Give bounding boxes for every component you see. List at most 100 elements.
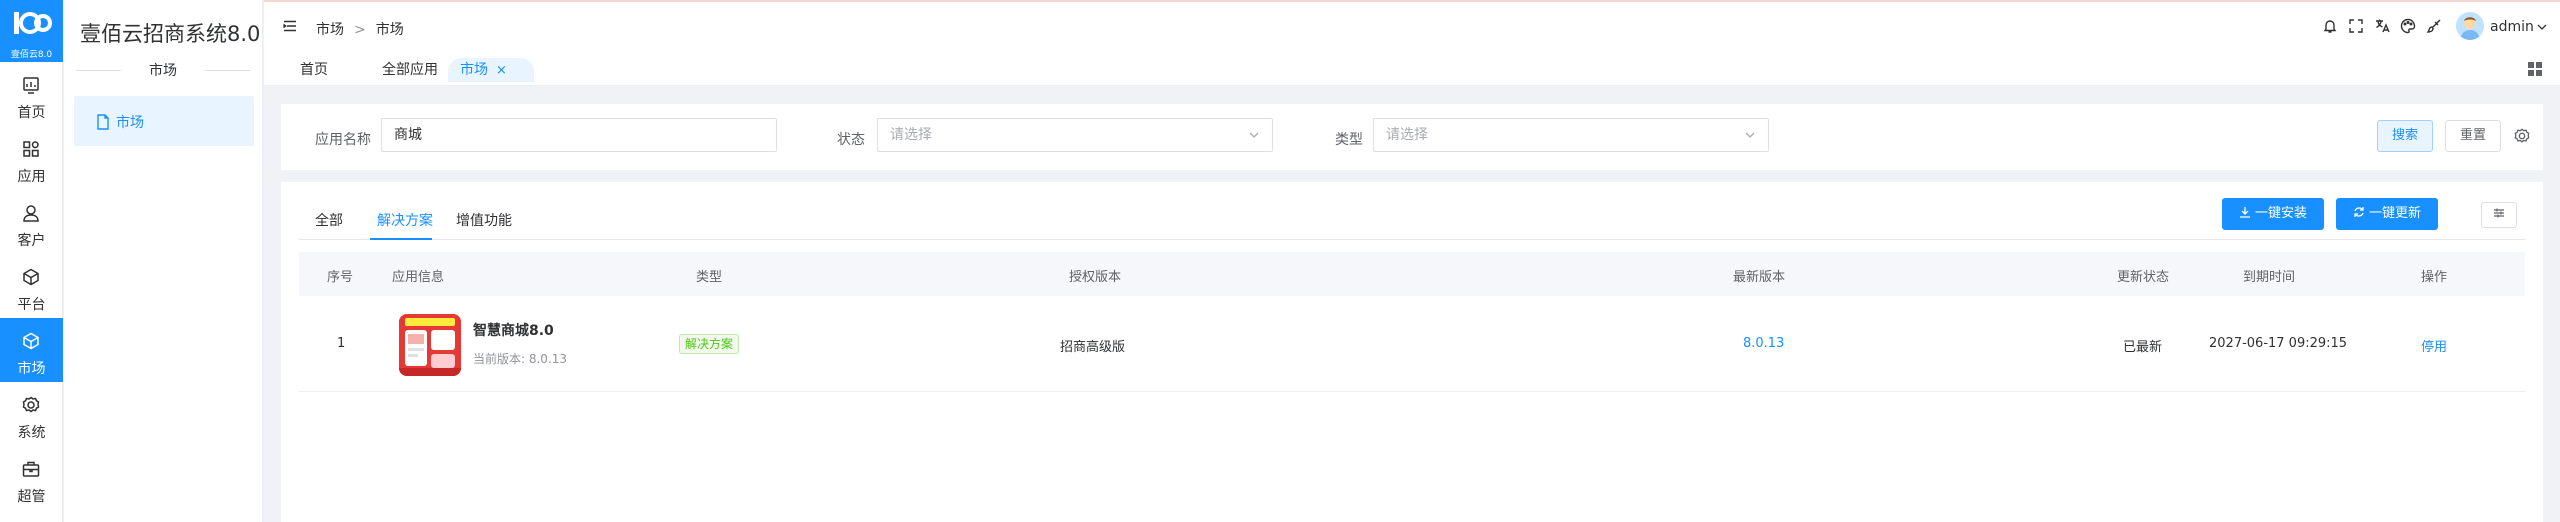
- tag-label: 首页: [300, 62, 328, 78]
- expire-time: 2027-06-17 09:29:15: [2209, 336, 2348, 351]
- rail-item-superadmin[interactable]: 超管: [0, 446, 63, 510]
- update-all-label: 一键更新: [2368, 206, 2421, 221]
- col-license: 授权版本: [1069, 270, 1122, 285]
- disable-button[interactable]: 停用: [2421, 336, 2447, 355]
- sliders-icon: [2494, 208, 2504, 218]
- license-version: 招商高级版: [1060, 340, 1126, 355]
- chevron-down-icon: [1745, 132, 1755, 138]
- fullscreen-icon[interactable]: [2348, 18, 2364, 34]
- bell-icon[interactable]: [2322, 18, 2338, 34]
- type-label: 类型: [1335, 132, 1363, 148]
- category-tabs: 全部 解决方案 增值功能: [299, 200, 2525, 240]
- top-navbar: 市场 > 市场 admin: [264, 0, 2560, 52]
- table-header: 序号 应用信息 类型 授权版本 最新版本 更新状态 到期时间 操作: [299, 252, 2525, 296]
- tag-all-apps[interactable]: 全部应用: [370, 58, 450, 82]
- tag-label: 市场: [460, 62, 488, 78]
- gear-icon[interactable]: [2514, 128, 2530, 144]
- main-rail: 壹佰云8.0 首页 应用 客户 平台 市场 系统 超管: [0, 0, 63, 522]
- rail-label-market: 市场: [17, 361, 46, 377]
- chevron-down-icon: [1249, 132, 1259, 138]
- download-icon: [2239, 207, 2250, 218]
- type-badge: 解决方案: [679, 334, 740, 354]
- col-update-status: 更新状态: [2117, 270, 2170, 285]
- app-thumbnail-image: [399, 314, 461, 376]
- refresh-icon: [2354, 207, 2364, 217]
- rail-item-platform[interactable]: 平台: [0, 254, 63, 318]
- breadcrumb: 市场 > 市场: [316, 19, 404, 39]
- logo-icon: [14, 12, 52, 34]
- status-label: 状态: [837, 132, 865, 148]
- gear-icon: [22, 396, 40, 413]
- palette-icon[interactable]: [2400, 18, 2416, 34]
- rail-label-customer: 客户: [17, 233, 46, 249]
- type-select[interactable]: 请选择: [1373, 118, 1769, 152]
- update-status: 已最新: [2123, 340, 2163, 355]
- col-app-info: 应用信息: [392, 270, 445, 285]
- secondary-sidebar: 壹佰云招商系统8.0 市场 市场: [64, 0, 263, 522]
- grid-menu-icon[interactable]: [2528, 62, 2542, 76]
- table-row: 1 智慧商城8.0 当前版本: 8.0.13 解决方案 招商高级版 8.0.13…: [299, 296, 2525, 392]
- briefcase-icon: [22, 461, 40, 477]
- type-placeholder: 请选择: [1386, 127, 1428, 143]
- rail-item-system[interactable]: 系统: [0, 382, 63, 446]
- install-all-label: 一键安装: [2254, 206, 2307, 221]
- app-name-value: 商城: [394, 127, 422, 143]
- apps-icon: [23, 141, 39, 157]
- market-icon: [23, 332, 39, 350]
- col-latest-version: 最新版本: [1733, 270, 1786, 285]
- hamburger-icon[interactable]: [282, 18, 298, 34]
- menu-group-title: 市场: [76, 60, 250, 80]
- status-placeholder: 请选择: [890, 127, 932, 143]
- close-icon[interactable]: ×: [496, 63, 507, 78]
- cube-icon: [23, 268, 39, 286]
- tag-home[interactable]: 首页: [288, 58, 340, 82]
- breadcrumb-item-current: 市场: [375, 22, 404, 38]
- app-thumbnail: [399, 314, 461, 376]
- avatar[interactable]: [2456, 12, 2484, 40]
- app-name-input[interactable]: 商城: [381, 118, 777, 152]
- rail-label-platform: 平台: [17, 297, 46, 313]
- chevron-down-icon: [2537, 24, 2547, 30]
- tab-solutions[interactable]: 解决方案: [377, 210, 433, 240]
- search-form: 应用名称 商城 状态 请选择 类型 请选择 搜索 重置: [281, 104, 2543, 170]
- app-name: 智慧商城8.0: [473, 323, 554, 339]
- reset-button[interactable]: 重置: [2445, 120, 2501, 152]
- active-tab-indicator: [370, 238, 432, 240]
- rail-label-superadmin: 超管: [17, 489, 46, 505]
- rail-item-market[interactable]: 市场: [0, 318, 63, 382]
- user-icon: [23, 205, 39, 222]
- user-name: admin: [2490, 19, 2534, 35]
- breadcrumb-separator: >: [354, 22, 366, 38]
- user-menu[interactable]: admin: [2490, 19, 2548, 35]
- sidebar-item-market[interactable]: 市场: [74, 96, 254, 146]
- breadcrumb-item[interactable]: 市场: [316, 22, 344, 38]
- rail-item-customer[interactable]: 客户: [0, 190, 63, 254]
- rail-label-apps: 应用: [17, 169, 46, 185]
- row-index: 1: [337, 336, 346, 351]
- col-type: 类型: [696, 270, 723, 285]
- latest-version-link[interactable]: 8.0.13: [1743, 336, 1784, 351]
- main-card: 全部 解决方案 增值功能 一键安装 一键更新 序号 应用信息 类型 授权版本 最…: [281, 182, 2543, 522]
- brush-icon[interactable]: [2426, 18, 2442, 34]
- rail-item-apps[interactable]: 应用: [0, 126, 63, 190]
- sidebar-item-label: 市场: [116, 115, 144, 131]
- tab-all[interactable]: 全部: [315, 210, 343, 240]
- tab-addons[interactable]: 增值功能: [456, 210, 512, 240]
- col-expire-time: 到期时间: [2243, 270, 2296, 285]
- install-all-button[interactable]: 一键安装: [2222, 198, 2324, 230]
- col-index: 序号: [327, 270, 354, 285]
- system-title: 壹佰云招商系统8.0: [80, 22, 261, 46]
- dashboard-icon: [23, 77, 39, 94]
- search-button[interactable]: 搜索: [2377, 120, 2433, 152]
- translate-icon[interactable]: [2374, 18, 2390, 34]
- tags-view: 首页 全部应用 市场 ×: [264, 52, 2560, 86]
- update-all-button[interactable]: 一键更新: [2336, 198, 2438, 230]
- column-settings-button[interactable]: [2481, 202, 2517, 228]
- status-select[interactable]: 请选择: [877, 118, 1273, 152]
- app-logo[interactable]: 壹佰云8.0: [0, 0, 63, 62]
- rail-item-home[interactable]: 首页: [0, 62, 63, 126]
- tag-market[interactable]: 市场 ×: [448, 58, 534, 82]
- col-actions: 操作: [2421, 270, 2448, 285]
- avatar-image-icon: [2456, 12, 2484, 40]
- app-name-label: 应用名称: [315, 132, 371, 148]
